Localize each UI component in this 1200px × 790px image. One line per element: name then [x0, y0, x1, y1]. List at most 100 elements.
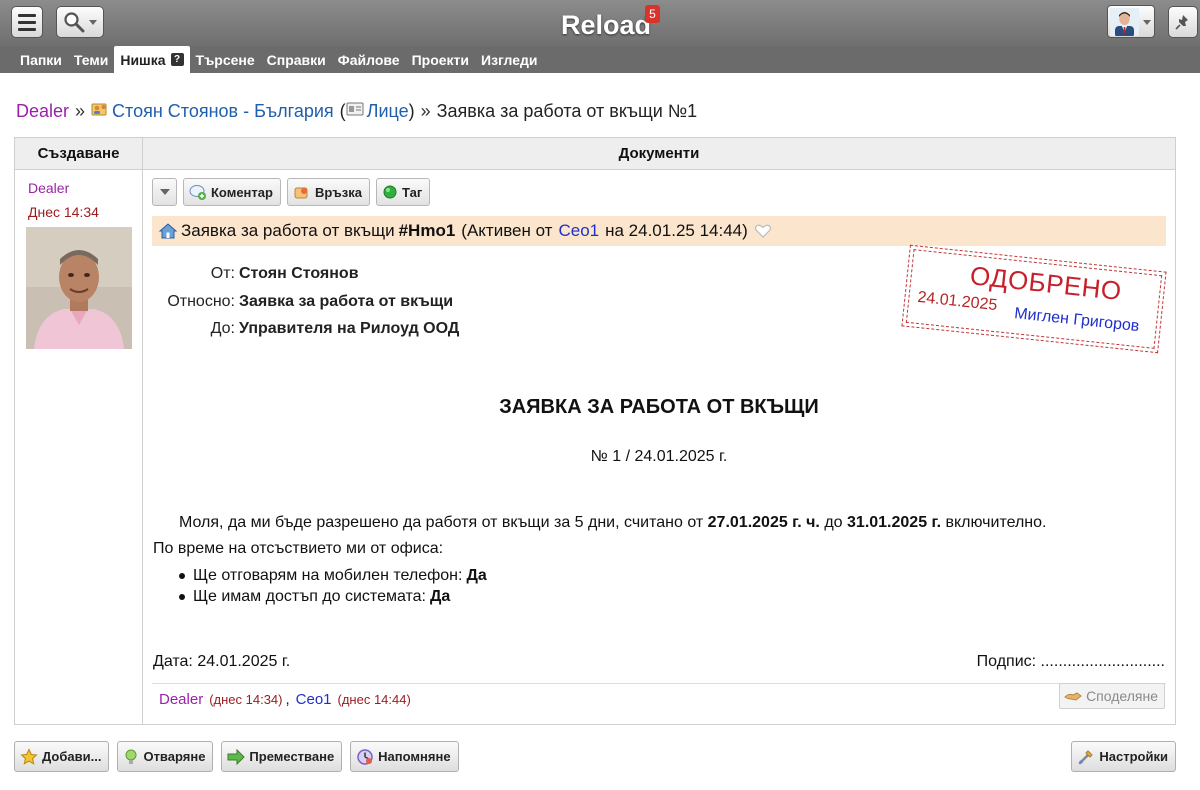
document-title[interactable]: Заявка за работа от вкъщи: [181, 216, 395, 246]
tag-icon: [383, 185, 397, 199]
bullet-icon: [179, 593, 185, 600]
breadcrumb-separator: »: [420, 101, 431, 121]
list-item-value: Да: [466, 566, 487, 584]
breadcrumb-category[interactable]: Лице: [367, 101, 409, 122]
notification-badge[interactable]: 5: [645, 5, 660, 23]
log-user-ceo[interactable]: Ceo1: [296, 691, 332, 708]
breadcrumb-separator: »: [75, 101, 86, 121]
tab-label: Теми: [73, 52, 109, 68]
document-status-suffix: на 24.01.25 14:44): [605, 221, 748, 240]
share-icon: [1064, 692, 1082, 701]
tab-label: Търсене: [195, 52, 255, 68]
chevron-down-icon: [1143, 19, 1151, 25]
add-button[interactable]: Добави...: [14, 741, 110, 772]
body-text-mid: до: [824, 514, 843, 531]
nav-tabs: Папки Теми Нишка? Търсене Справки Файлове Прое…: [14, 46, 544, 73]
nav-bar: Папки Теми Нишка? Търсене Справки Файлове Прое…: [0, 46, 1200, 73]
log-user-dealer[interactable]: Dealer: [159, 691, 203, 708]
column-header-created: Създаване: [15, 138, 143, 170]
breadcrumb-paren-close: ): [408, 101, 415, 121]
comment-button[interactable]: Коментар: [183, 178, 281, 206]
field-subject-label: Относно:: [167, 293, 235, 310]
contact-icon: [91, 100, 109, 123]
settings-button[interactable]: Настройки: [1071, 741, 1176, 772]
bullet-list: Ще отговарям на мобилен телефон: Да Ще и…: [179, 565, 487, 607]
user-menu-button[interactable]: [1107, 5, 1155, 38]
body-text-1: Моля, да ми бъде разрешено да работя от …: [179, 514, 704, 531]
clock-icon: [357, 748, 373, 765]
tab-6[interactable]: Проекти: [406, 46, 475, 73]
tab-label: Файлове: [337, 52, 400, 68]
open-button[interactable]: Отваряне: [117, 741, 214, 772]
field-to-value: Управителя на Рилоуд ООД: [239, 320, 460, 337]
help-icon[interactable]: ?: [170, 53, 184, 66]
share-button-label: Споделяне: [1086, 688, 1158, 704]
reminder-button-label: Напомняне: [378, 749, 451, 764]
pin-button[interactable]: [1168, 6, 1198, 38]
link-button[interactable]: Връзка: [286, 178, 370, 206]
add-button-label: Добави...: [42, 749, 102, 764]
field-from-label: От:: [210, 265, 235, 282]
column-header-documents: Документи: [143, 138, 1175, 170]
tab-4[interactable]: Справки: [261, 46, 332, 73]
tag-button[interactable]: Таг: [375, 178, 431, 206]
heart-icon[interactable]: [754, 223, 772, 239]
tab-3[interactable]: Търсене: [190, 46, 261, 73]
tab-5[interactable]: Файлове: [332, 46, 406, 73]
move-button-label: Преместване: [249, 749, 335, 764]
document-toolbar: Коментар Връзка Таг: [152, 178, 431, 206]
document-handle: #Hmo1: [398, 221, 456, 240]
app-title: Reload: [560, 10, 652, 40]
list-item: Ще имам достъп до системата: Да: [179, 586, 487, 607]
id-card-icon: [346, 101, 364, 122]
tab-7[interactable]: Изгледи: [475, 46, 544, 73]
tab-label: Нишка: [120, 51, 166, 68]
approval-stamp: ОДОБРЕНО 24.01.2025 Миглен Григоров: [901, 244, 1167, 354]
bulb-icon: [125, 749, 137, 764]
home-icon: [158, 223, 178, 239]
top-bar: Reload 5: [0, 0, 1200, 46]
tab-label: Проекти: [411, 52, 470, 68]
field-subject-value: Заявка за работа от вкъщи: [239, 293, 454, 310]
pin-icon: [1175, 15, 1188, 30]
document-header: Заявка за работа от вкъщи #Hmo1 (Активен…: [152, 216, 1166, 246]
settings-icon: [1079, 749, 1094, 764]
tab-0[interactable]: Папки: [14, 46, 68, 73]
breadcrumb-current: Заявка за работа от вкъщи №1: [436, 101, 698, 121]
link-button-label: Връзка: [314, 184, 362, 200]
document-heading: ЗАЯВКА ЗА РАБОТА ОТ ВКЪЩИ: [499, 396, 819, 418]
creator-pane: Dealer Днес 14:34: [15, 170, 143, 724]
log-comma: ,: [285, 691, 290, 708]
list-item-text: Ще имам достъп до системата:: [193, 587, 426, 605]
comment-icon: [189, 185, 206, 200]
toolbar-more-button[interactable]: [152, 178, 177, 206]
creator-name[interactable]: Dealer: [28, 180, 69, 196]
arrow-right-icon: [227, 748, 246, 765]
breadcrumb-root[interactable]: Dealer: [16, 101, 69, 122]
open-button-label: Отваряне: [143, 749, 206, 764]
document-signature: Подпис: ............................: [976, 653, 1165, 670]
breadcrumb-contact[interactable]: Стоян Стоянов - България: [112, 101, 334, 122]
move-button[interactable]: Преместване: [221, 741, 343, 772]
body-text-end: включително.: [945, 514, 1047, 531]
body-date-to: 31.01.2025 г.: [847, 514, 942, 531]
creator-time: Днес 14:34: [28, 204, 99, 220]
tab-2[interactable]: Нишка?: [114, 46, 190, 73]
tab-label: Справки: [266, 52, 326, 68]
reminder-button[interactable]: Напомняне: [350, 741, 459, 772]
log-time-2: (днес 14:44): [337, 692, 411, 707]
body-paragraph: Моля, да ми бъде разрешено да работя от …: [179, 514, 1046, 532]
share-button[interactable]: Споделяне: [1059, 683, 1165, 709]
document-status-user[interactable]: Ceo1: [558, 216, 599, 246]
field-to-label: До:: [210, 320, 235, 337]
document-number: № 1 / 24.01.2025 г.: [590, 448, 728, 465]
star-icon: [20, 747, 38, 765]
tab-label: Изгледи: [481, 52, 538, 68]
creator-photo: [26, 227, 132, 349]
link-icon: [294, 187, 308, 199]
activity-log: Dealer (днес 14:34) , Ceo1 (днес 14:44): [159, 691, 414, 708]
tab-1[interactable]: Теми: [68, 46, 114, 73]
field-from-value: Стоян Стоянов: [239, 265, 359, 282]
comment-button-label: Коментар: [211, 184, 273, 200]
body-date-from: 27.01.2025 г. ч.: [707, 514, 820, 531]
